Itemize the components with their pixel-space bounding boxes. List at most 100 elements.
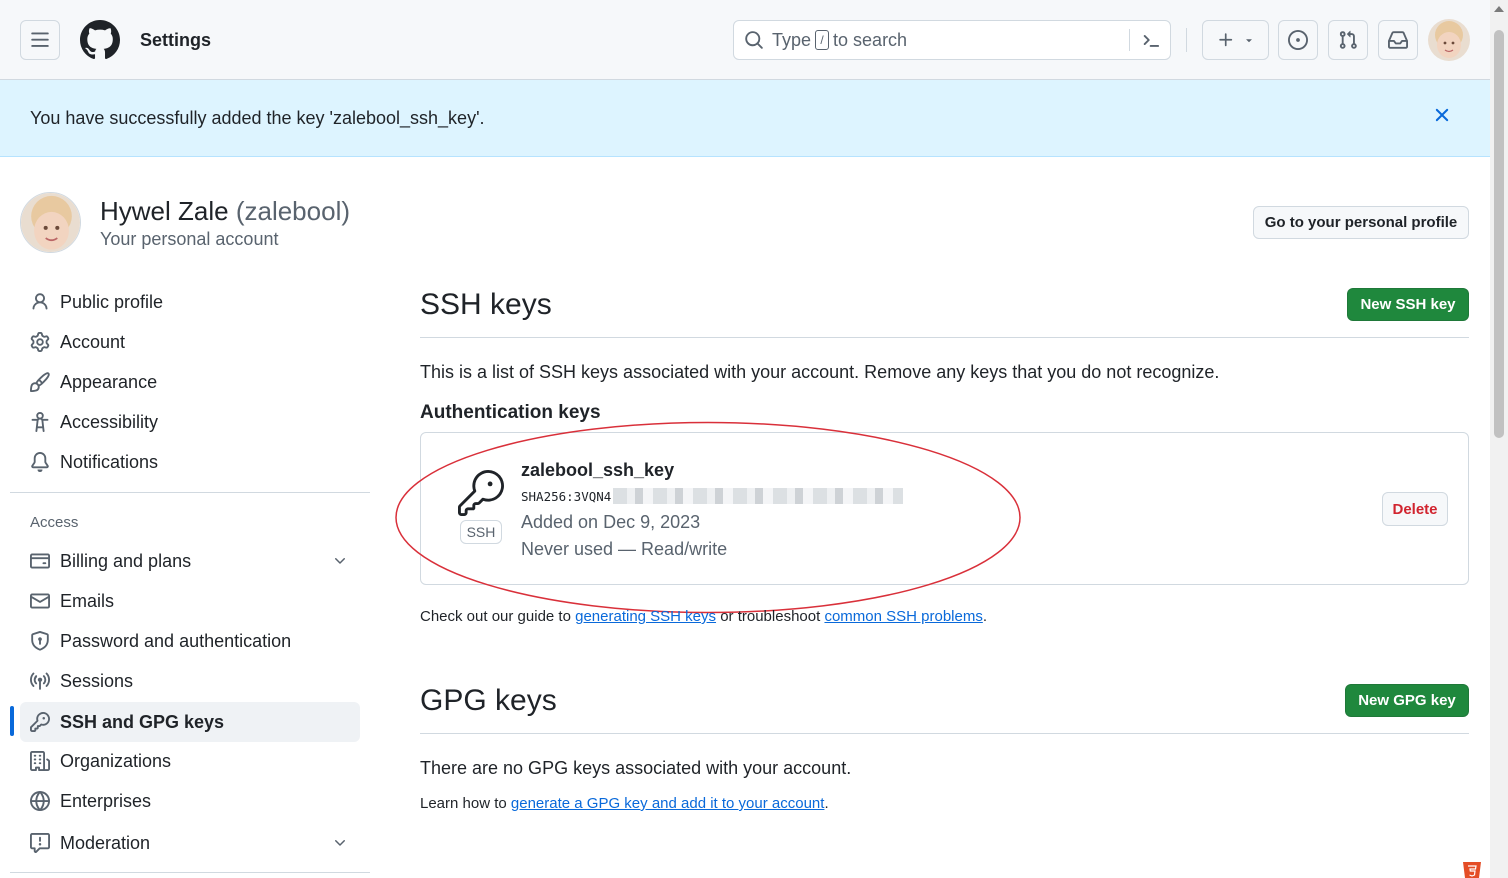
app-header: Settings Type / to search [0,0,1508,80]
bell-icon [31,452,49,472]
sidebar-item-enterprises[interactable]: Enterprises [20,781,360,821]
search-input[interactable]: Type / to search [733,20,1171,60]
report-icon [30,833,50,853]
sidebar-divider [10,872,370,873]
avatar-image-icon [21,193,80,252]
ssh-key-added-date: Added on Dec 9, 2023 [521,512,701,532]
sidebar-item-sessions[interactable]: Sessions [20,661,360,701]
section-divider [420,733,1469,734]
scroll-up-arrow-icon[interactable] [1494,6,1504,12]
ssh-description: This is a list of SSH keys associated wi… [420,362,1220,382]
sidebar-item-organizations[interactable]: Organizations [20,741,360,781]
chevron-down-icon[interactable] [332,835,348,851]
section-divider [420,337,1469,338]
gpg-keys-heading: GPG keys [420,684,557,717]
sidebar-item-billing[interactable]: Billing and plans [20,541,360,581]
search-placeholder: Type / to search [772,30,907,51]
generating-ssh-keys-link[interactable]: generating SSH keys [575,608,716,625]
sidebar-item-account[interactable]: Account [20,322,360,362]
profile-avatar[interactable] [20,192,81,253]
search-suffix: to search [833,29,908,50]
plus-icon [1218,33,1232,47]
close-icon[interactable] [1431,104,1453,126]
sidebar-item-notifications[interactable]: Notifications [20,442,360,482]
pull-requests-button[interactable] [1328,20,1368,60]
hamburger-icon [31,32,49,47]
git-pull-request-icon [1339,30,1357,49]
inbox-icon [1388,31,1408,49]
authentication-keys-heading: Authentication keys [420,402,601,423]
sidebar-item-label: Billing and plans [60,550,192,571]
chevron-down-icon[interactable] [332,553,348,569]
active-item-indicator [10,706,14,736]
sidebar-item-password-auth[interactable]: Password and authentication [20,621,360,661]
user-avatar[interactable] [1428,19,1470,61]
key-icon [458,470,504,516]
issues-button[interactable] [1278,20,1318,60]
sidebar-item-label: SSH and GPG keys [60,711,225,732]
html5-badge-icon [1463,862,1481,878]
ssh-guide-text: Check out our guide to generating SSH ke… [420,608,987,625]
guide-middle: or troubleshoot [720,608,821,625]
search-shortcut-key: / [815,30,830,50]
go-to-profile-button[interactable]: Go to your personal profile [1253,206,1469,239]
sidebar-section-heading: Access [30,514,79,531]
avatar-image-icon [1428,19,1470,61]
globe-icon [30,791,50,811]
delete-key-button[interactable]: Delete [1382,492,1448,526]
generate-gpg-key-link[interactable]: generate a GPG key and add it to your ac… [511,795,825,812]
sidebar-item-label: Password and authentication [60,630,292,651]
command-palette-icon[interactable] [1140,30,1160,50]
ssh-key-list-item [420,432,1469,585]
profile-display-name: Hywel Zale [100,196,229,226]
issue-opened-icon [1288,30,1308,50]
context-title[interactable]: Settings [140,30,211,51]
mail-icon [30,593,50,609]
sidebar-item-accessibility[interactable]: Accessibility [20,402,360,442]
inbox-button[interactable] [1378,20,1418,60]
accessibility-icon [31,412,49,432]
guide-suffix: . [982,608,988,625]
sidebar-item-label: Notifications [60,451,159,472]
sidebar-item-label: Enterprises [60,790,152,811]
fingerprint-text: SHA256:3VQN4 [521,488,612,504]
sidebar-item-moderation[interactable]: Moderation [20,823,360,863]
sidebar-item-label: Organizations [60,750,172,771]
triangle-down-icon [1245,39,1252,43]
profile-subtitle: Your personal account [100,229,279,249]
gpg-empty-text: There are no GPG keys associated with yo… [420,758,852,778]
shield-lock-icon [31,631,49,651]
sidebar-item-label: Accessibility [60,411,159,432]
sidebar-divider [10,492,370,493]
scrollbar-thumb[interactable] [1494,30,1504,438]
search-icon [745,31,763,49]
sidebar-item-appearance[interactable]: Appearance [20,362,360,402]
menu-button[interactable] [20,20,60,60]
sidebar-item-emails[interactable]: Emails [20,581,360,621]
new-gpg-key-button[interactable]: New GPG key [1345,684,1469,717]
sidebar-item-label: Public profile [60,291,164,312]
new-ssh-key-button[interactable]: New SSH key [1347,288,1469,321]
broadcast-icon [30,672,50,690]
paintbrush-icon [30,372,50,392]
sidebar-item-label: Emails [60,590,115,611]
organization-icon [30,751,50,771]
sidebar-item-label: Moderation [60,832,151,853]
key-icon [30,712,50,732]
sidebar-item-ssh-gpg-keys[interactable]: SSH and GPG keys [20,702,360,742]
sidebar-item-public-profile[interactable]: Public profile [20,282,360,322]
learn-prefix: Learn how to [420,795,507,812]
key-type-badge: SSH [460,520,502,544]
success-flash-banner: You have successfully added the key 'zal… [0,80,1490,157]
github-logo-icon[interactable] [80,20,120,60]
create-new-button[interactable] [1202,20,1269,60]
flash-message: You have successfully added the key 'zal… [30,108,485,128]
profile-name[interactable]: Hywel Zale (zalebool) [100,196,350,227]
learn-suffix: . [824,795,829,812]
profile-login: (zalebool) [235,196,350,226]
ssh-keys-heading: SSH keys [420,288,552,321]
sidebar-item-label: Sessions [60,670,134,691]
header-divider [1186,28,1187,52]
person-icon [32,293,48,310]
common-ssh-problems-link[interactable]: common SSH problems [824,608,982,625]
